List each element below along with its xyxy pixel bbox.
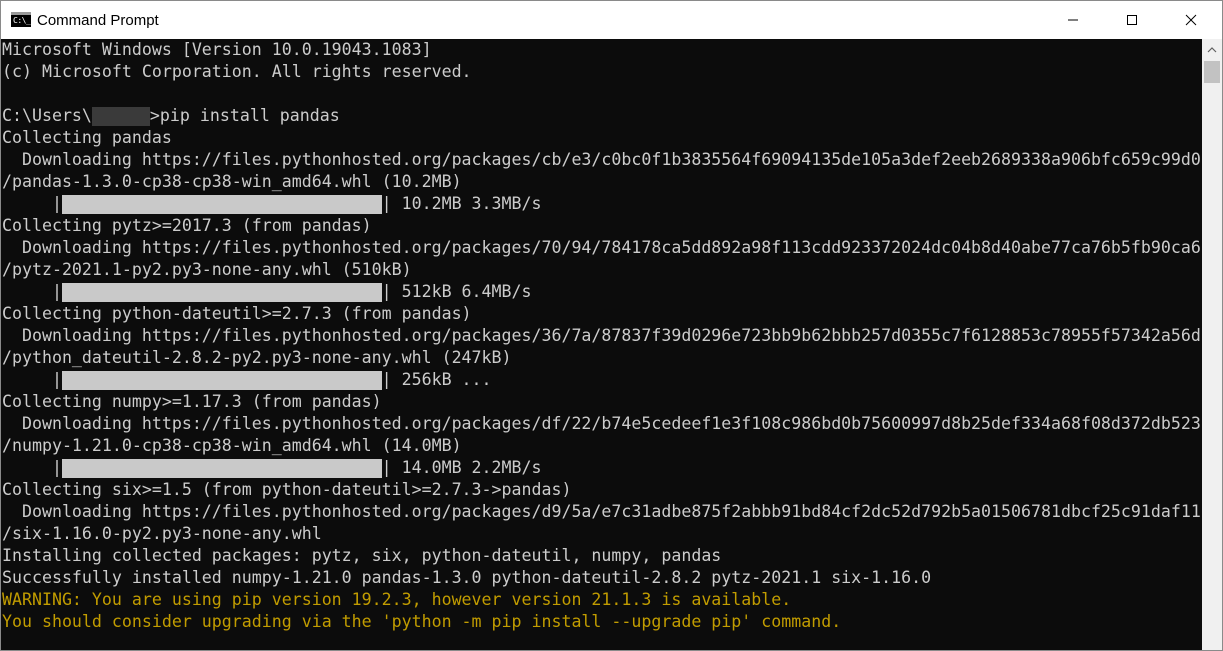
terminal-line: Microsoft Windows [Version 10.0.19043.10…	[2, 39, 432, 61]
title-bar[interactable]: C:\_ Command Prompt	[1, 1, 1222, 39]
prompt-command: >pip install pandas	[150, 106, 340, 125]
arrow-up-icon	[1207, 47, 1217, 53]
terminal-line: Successfully installed numpy-1.21.0 pand…	[2, 567, 931, 589]
redacted-username	[92, 107, 150, 126]
terminal-line: C:\Users\ >pip install pandas	[2, 105, 340, 127]
scroll-up-button[interactable]	[1202, 39, 1222, 61]
close-icon	[1185, 14, 1197, 26]
terminal-line: Collecting pytz>=2017.3 (from pandas)	[2, 215, 372, 237]
scrollbar-thumb[interactable]	[1204, 61, 1220, 83]
terminal-line: Collecting numpy>=1.17.3 (from pandas)	[2, 391, 382, 413]
terminal-line: Collecting pandas	[2, 127, 172, 149]
vertical-scrollbar[interactable]	[1202, 39, 1222, 650]
maximize-button[interactable]	[1103, 1, 1161, 39]
minimize-button[interactable]	[1044, 1, 1102, 39]
minimize-icon	[1067, 14, 1079, 26]
terminal-line: Downloading https://files.pythonhosted.o…	[2, 149, 1201, 171]
terminal-line: Collecting python-dateutil>=2.7.3 (from …	[2, 303, 472, 325]
terminal-line: /python_dateutil-2.8.2-py2.py3-none-any.…	[2, 347, 512, 369]
terminal-line: /numpy-1.21.0-cp38-cp38-win_amd64.whl (1…	[2, 435, 462, 457]
terminal-line: Downloading https://files.pythonhosted.o…	[2, 237, 1201, 259]
terminal-line: You should consider upgrading via the 'p…	[2, 611, 841, 633]
command-prompt-icon: C:\_	[11, 12, 31, 27]
download-progress-bar	[62, 371, 382, 390]
icon-glyph: C:\_	[13, 16, 30, 25]
terminal-output[interactable]: Microsoft Windows [Version 10.0.19043.10…	[1, 39, 1202, 650]
maximize-icon	[1126, 14, 1138, 26]
terminal-line: (c) Microsoft Corporation. All rights re…	[2, 61, 472, 83]
terminal-line: Downloading https://files.pythonhosted.o…	[2, 413, 1201, 435]
prompt-path: C:\Users\	[2, 106, 92, 125]
terminal-line: Installing collected packages: pytz, six…	[2, 545, 721, 567]
download-progress-bar	[62, 459, 382, 478]
terminal-line: Downloading https://files.pythonhosted.o…	[2, 325, 1201, 347]
terminal-line: /six-1.16.0-py2.py3-none-any.whl	[2, 523, 322, 545]
download-progress-bar	[62, 195, 382, 214]
terminal-line: Downloading https://files.pythonhosted.o…	[2, 501, 1201, 523]
terminal-line: Collecting six>=1.5 (from python-dateuti…	[2, 479, 571, 501]
terminal-line: WARNING: You are using pip version 19.2.…	[2, 589, 791, 611]
terminal-line: /pytz-2021.1-py2.py3-none-any.whl (510kB…	[2, 259, 412, 281]
download-progress-bar	[62, 283, 382, 302]
close-button[interactable]	[1162, 1, 1220, 39]
command-prompt-window: C:\_ Command Prompt Microsoft Windows [V…	[0, 0, 1223, 651]
terminal-line: /pandas-1.3.0-cp38-cp38-win_amd64.whl (1…	[2, 171, 462, 193]
window-title: Command Prompt	[37, 11, 159, 30]
